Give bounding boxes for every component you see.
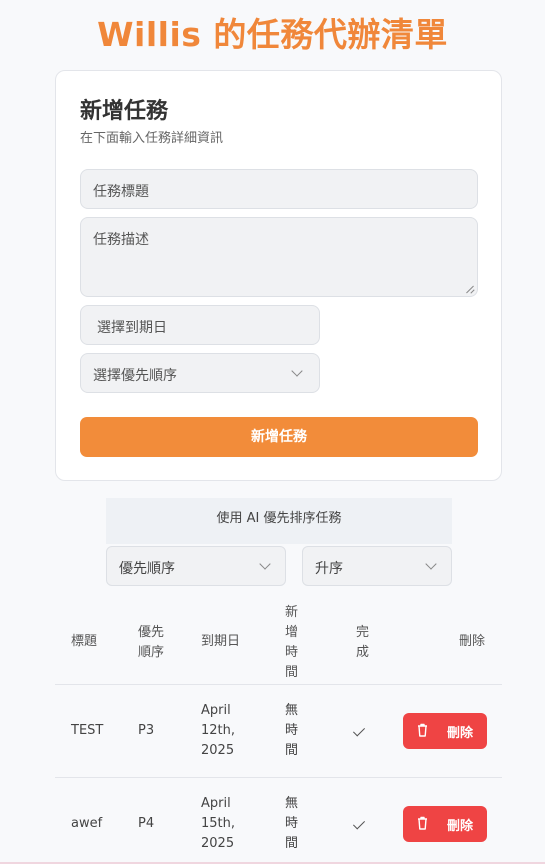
column-header-done: 完成	[356, 625, 370, 660]
add-task-card: 新增任務 在下面輸入任務詳細資訊 任務標題 任務描述 選擇到期日 選擇優先順序 …	[55, 70, 502, 481]
priority-placeholder: 選擇優先順序	[93, 368, 177, 384]
column-header-due-date: 到期日	[201, 634, 241, 649]
due-date-picker[interactable]: 選擇到期日	[80, 305, 320, 345]
chevron-down-icon	[291, 365, 303, 377]
sort-order-value: 升序	[315, 561, 343, 577]
column-header-delete: 刪除	[459, 634, 486, 649]
task-title-placeholder: 任務標題	[93, 184, 149, 200]
chevron-down-icon	[259, 558, 271, 570]
chevron-down-icon	[425, 558, 437, 570]
column-header-title: 標題	[71, 634, 98, 649]
priority-select[interactable]: 選擇優先順序	[80, 353, 320, 393]
form-heading: 新增任務	[80, 99, 169, 124]
delete-task-button[interactable]: 刪除	[403, 806, 487, 842]
trash-icon	[418, 723, 427, 737]
ai-prioritize-button[interactable]: 使用 AI 優先排序任務	[106, 498, 452, 544]
task-title-cell: TEST	[71, 723, 104, 738]
sort-order-select[interactable]: 升序	[302, 546, 452, 586]
task-due-date-cell: April 12th, 2025	[201, 703, 236, 758]
delete-label: 刪除	[447, 819, 474, 834]
task-priority-cell: P4	[138, 816, 155, 831]
task-title-cell: awef	[71, 816, 103, 831]
column-header-created: 新增時間	[285, 605, 299, 680]
row-divider	[55, 777, 502, 778]
checkmark-icon[interactable]	[354, 820, 368, 830]
row-divider	[55, 684, 502, 685]
sort-field-value: 優先順序	[119, 561, 175, 577]
page-title: Willis 的任務代辦清單	[97, 15, 448, 54]
form-subheading: 在下面輸入任務詳細資訊	[80, 131, 224, 146]
sort-field-select[interactable]: 優先順序	[106, 546, 286, 586]
column-header-priority: 優先順序	[138, 625, 165, 660]
add-task-button[interactable]: 新增任務	[80, 417, 478, 457]
checkmark-icon[interactable]	[354, 727, 368, 737]
task-description-placeholder: 任務描述	[93, 232, 149, 248]
trash-icon	[418, 816, 427, 830]
delete-label: 刪除	[447, 726, 474, 741]
task-created-cell: 無時間	[285, 703, 299, 758]
resize-handle-icon[interactable]	[466, 285, 474, 293]
task-created-cell: 無時間	[285, 796, 299, 851]
task-priority-cell: P3	[138, 723, 155, 738]
delete-task-button[interactable]: 刪除	[403, 713, 487, 749]
task-description-textarea[interactable]: 任務描述	[80, 217, 478, 297]
due-date-placeholder: 選擇到期日	[97, 320, 167, 336]
task-due-date-cell: April 15th, 2025	[201, 796, 236, 851]
task-title-input[interactable]: 任務標題	[80, 169, 478, 209]
